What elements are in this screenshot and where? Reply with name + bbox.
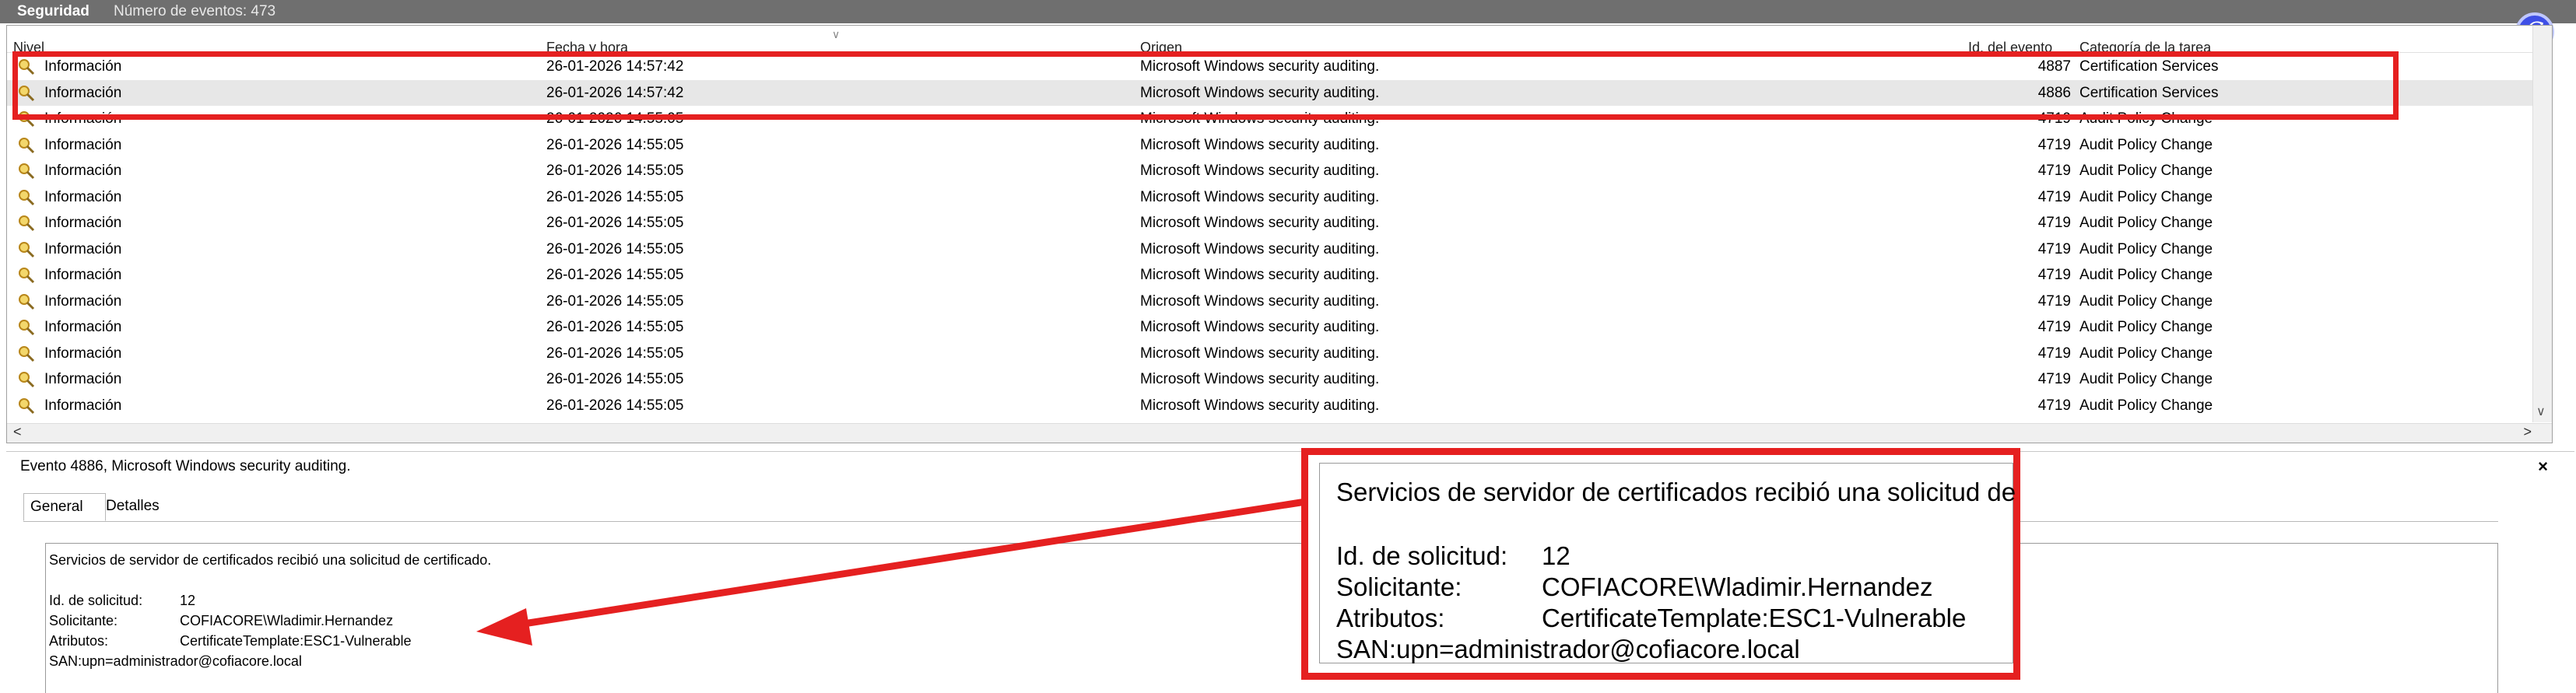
zoom-san: SAN:upn=administrador@cofiacore.local [1336, 635, 1800, 663]
zoom-label-request-id: Id. de solicitud: [1336, 541, 1508, 570]
zoom-label-attributes: Atributos: [1336, 604, 1445, 632]
zoom-value-attributes: CertificateTemplate:ESC1-Vulnerable [1542, 604, 1967, 632]
zoom-message-text: Servicios de servidor de certificados re… [1336, 478, 2016, 506]
zoom-label-requester: Solicitante: [1336, 572, 1462, 601]
annotation-arrow [476, 497, 1311, 646]
zoom-value-requester: COFIACORE\Wladimir.Hernandez [1542, 572, 1933, 601]
zoom-callout: Servicios de servidor de certificados re… [1301, 448, 2020, 680]
zoom-value-request-id: 12 [1542, 541, 1571, 570]
